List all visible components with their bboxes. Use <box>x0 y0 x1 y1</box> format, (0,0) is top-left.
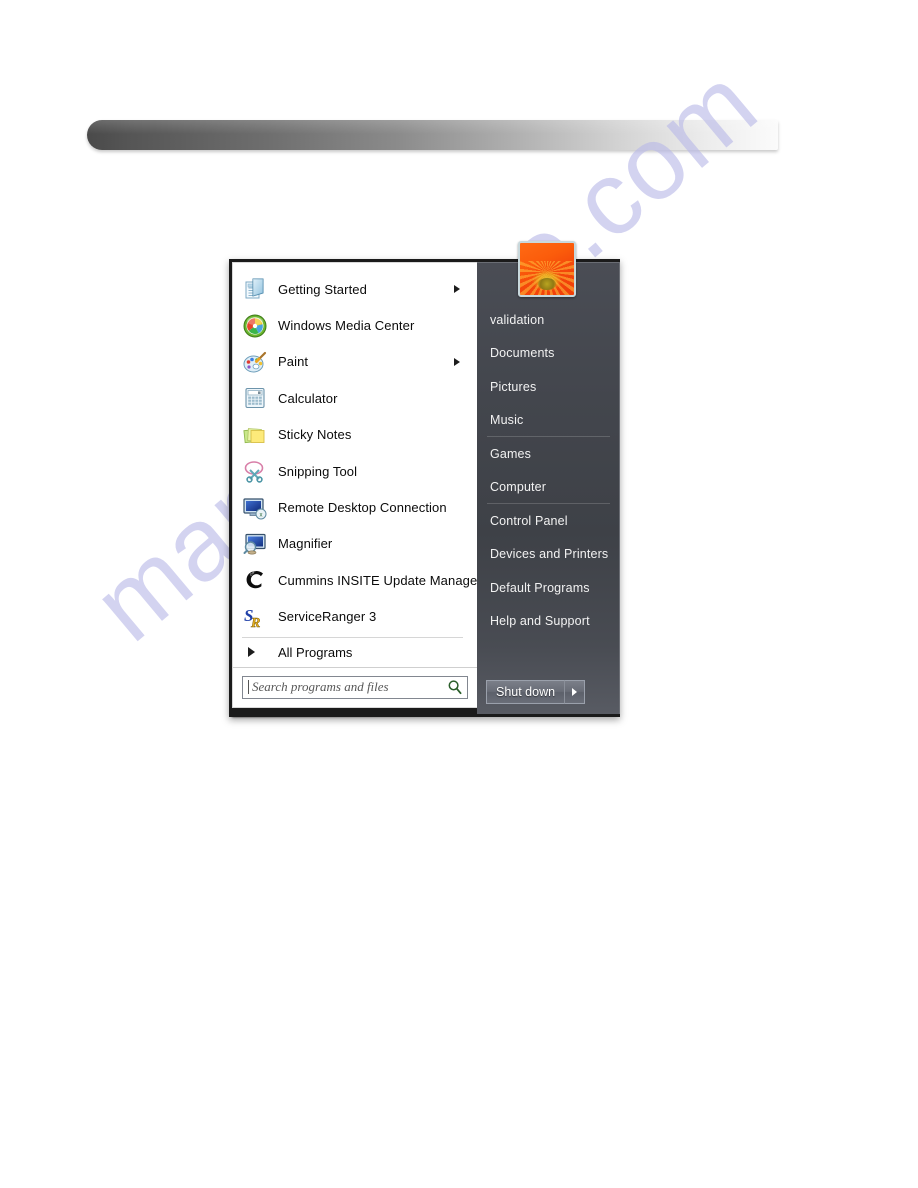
program-label: Paint <box>278 354 309 370</box>
place-item-default-programs[interactable]: Default Programs <box>477 571 619 605</box>
gradient-bar <box>87 120 778 150</box>
shutdown-area: Shut down <box>477 670 619 714</box>
search-box[interactable] <box>242 675 468 699</box>
program-label: Magnifier <box>278 536 333 552</box>
shutdown-button-group: Shut down <box>486 680 586 704</box>
getting-started-icon <box>242 276 268 302</box>
user-avatar-area <box>477 241 619 298</box>
pinned-programs-list: Getting Started Windows Media Center Pai… <box>233 263 482 635</box>
program-item-getting-started[interactable]: Getting Started <box>233 271 477 307</box>
program-item-sticky-notes[interactable]: Sticky Notes <box>233 417 477 453</box>
serviceranger-icon: S R <box>242 604 268 631</box>
shut-down-button[interactable]: Shut down <box>486 680 565 704</box>
places-list: validation Documents Pictures Music Game… <box>477 298 619 670</box>
start-menu-right-pane: validation Documents Pictures Music Game… <box>477 241 620 714</box>
program-item-calculator[interactable]: Calculator <box>233 380 477 416</box>
place-item-music[interactable]: Music <box>477 404 619 438</box>
sticky-notes-icon <box>242 422 268 448</box>
place-item-computer[interactable]: Computer <box>477 471 619 505</box>
place-label: Pictures <box>490 379 537 394</box>
program-item-remote-desktop-connection[interactable]: x Remote Desktop Connection <box>233 489 477 525</box>
search-input[interactable] <box>252 679 447 696</box>
right-arrow-icon <box>248 647 255 658</box>
all-programs-label: All Programs <box>278 644 353 660</box>
shutdown-options-button[interactable] <box>564 680 586 704</box>
program-item-serviceranger-3[interactable]: S R ServiceRanger 3 <box>233 599 477 635</box>
place-label: validation <box>490 312 545 327</box>
user-avatar-flower-picture-icon[interactable] <box>518 241 576 297</box>
program-label: Cummins INSITE Update Manager <box>278 572 482 588</box>
place-item-documents[interactable]: Documents <box>477 337 619 371</box>
place-label: Music <box>490 413 524 428</box>
place-label: Devices and Printers <box>490 547 609 562</box>
paint-icon <box>242 349 268 375</box>
place-label: Control Panel <box>490 513 568 528</box>
windows-media-center-icon <box>242 313 268 339</box>
program-label: ServiceRanger 3 <box>278 609 377 625</box>
text-caret <box>248 680 249 695</box>
place-item-pictures[interactable]: Pictures <box>477 370 619 404</box>
program-label: Windows Media Center <box>278 318 415 334</box>
cummins-insite-icon: Cummins <box>242 565 268 593</box>
chevron-right-icon <box>572 688 578 696</box>
program-label: Snipping Tool <box>278 463 358 479</box>
program-label: Remote Desktop Connection <box>278 500 447 516</box>
snipping-tool-icon <box>242 458 268 484</box>
place-label: Games <box>490 446 532 461</box>
start-menu-left-pane: Getting Started Windows Media Center Pai… <box>232 262 482 708</box>
place-item-games[interactable]: Games <box>477 437 619 471</box>
calculator-icon <box>242 385 268 411</box>
place-label: Help and Support <box>490 614 590 629</box>
place-item-control-panel[interactable]: Control Panel <box>477 504 619 538</box>
windows-start-menu: Getting Started Windows Media Center Pai… <box>229 241 620 717</box>
decorative-header-bar <box>87 120 778 150</box>
submenu-arrow-icon[interactable] <box>454 285 460 294</box>
program-label: Sticky Notes <box>278 427 352 443</box>
place-label: Computer <box>490 480 547 495</box>
submenu-arrow-icon[interactable] <box>454 357 460 366</box>
place-label: Documents <box>490 346 555 361</box>
place-item-validation[interactable]: validation <box>477 303 619 337</box>
program-label: Calculator <box>278 390 338 406</box>
program-item-snipping-tool[interactable]: Snipping Tool <box>233 453 477 489</box>
program-label: Getting Started <box>278 281 367 297</box>
svg-text:x: x <box>260 512 263 518</box>
remote-desktop-icon: x <box>242 495 268 521</box>
place-label: Default Programs <box>490 580 590 595</box>
program-item-windows-media-center[interactable]: Windows Media Center <box>233 307 477 343</box>
magnifier-icon <box>242 531 268 557</box>
program-item-magnifier[interactable]: Magnifier <box>233 526 477 562</box>
program-item-paint[interactable]: Paint <box>233 344 477 380</box>
program-item-cummins-insite-update-manager[interactable]: Cummins Cummins INSITE Update Manager <box>233 562 482 598</box>
svg-text:R: R <box>250 616 260 630</box>
search-icon[interactable] <box>447 679 463 695</box>
place-item-help-and-support[interactable]: Help and Support <box>477 605 619 639</box>
search-area <box>233 666 477 707</box>
all-programs-button[interactable]: All Programs <box>233 638 477 667</box>
place-item-devices-and-printers[interactable]: Devices and Printers <box>477 538 619 572</box>
